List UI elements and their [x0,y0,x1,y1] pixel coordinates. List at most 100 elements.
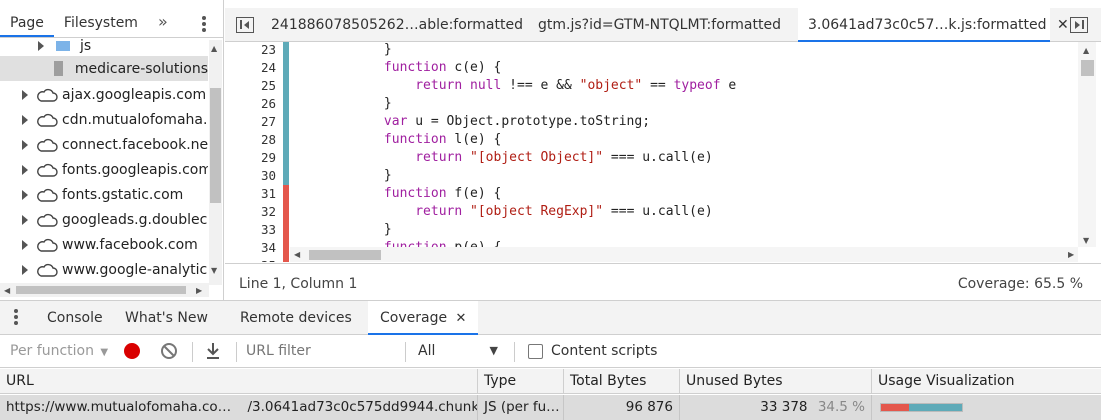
tree-file-selected[interactable]: medicare-solutions [0,56,208,81]
usage-bar [880,403,963,412]
tree-item-domain[interactable]: googleads.g.doublecli [0,207,208,232]
tree-folder-js[interactable]: js [0,39,208,53]
url-path: /3.0641ad73c0c575dd9944.chunk.js [247,399,478,415]
kebab-menu-icon[interactable] [198,14,210,34]
table-row[interactable]: https://www.mutualofomaha.co… /3.0641ad7… [0,395,1101,420]
cursor-position[interactable]: Line 1, Column 1 [239,276,357,292]
url-filter-input[interactable] [246,340,396,362]
tab-remote-devices[interactable]: Remote devices [240,301,352,335]
tab-coverage[interactable]: Coverage ✕ [368,301,479,335]
line-number[interactable]: 23 [261,42,276,57]
tree-item-domain[interactable]: cdn.mutualofomaha.co [0,107,208,132]
tree-item-domain[interactable]: fonts.gstatic.com [0,182,208,207]
file-icon [54,61,63,76]
cloud-icon [36,238,58,252]
tab-console[interactable]: Console [47,301,103,335]
line-number[interactable]: 30 [261,168,276,183]
scroll-down-arrow-icon[interactable]: ▼ [1083,236,1089,245]
toolbar-divider [192,342,193,362]
dropdown-arrow-icon: ▼ [100,347,109,358]
column-header-type[interactable]: Type [478,369,564,394]
export-icon[interactable] [204,341,222,365]
scroll-up-arrow-icon[interactable]: ▲ [211,44,217,53]
editor-tab-1[interactable]: 241886078505262…able:formatted [271,8,523,42]
expand-arrow-icon [22,164,28,175]
scroll-right-arrow-icon[interactable]: ▶ [1068,250,1074,259]
clear-icon[interactable] [160,342,178,364]
tab-filesystem[interactable]: Filesystem [54,9,148,37]
tree-item-label: googleads.g.doublecli [62,211,208,228]
line-number[interactable]: 28 [261,132,276,147]
line-number[interactable]: 32 [261,204,276,219]
tree-item-label: js [80,39,92,53]
toolbar-divider [405,342,406,362]
code-horizontal-scrollbar[interactable] [290,247,1078,262]
expand-arrow-icon [22,264,28,275]
tree-item-label: connect.facebook.net [62,136,208,153]
navigator-scroll-thumb[interactable] [210,88,221,203]
scroll-down-arrow-icon[interactable]: ▼ [211,266,217,275]
cell-total-bytes: 96 876 [564,395,680,420]
code-scroll-thumb[interactable] [1081,60,1094,76]
code-hscroll-thumb[interactable] [309,250,381,260]
line-number[interactable]: 26 [261,96,276,111]
resource-type-select[interactable]: All ▼ [418,343,502,359]
line-number[interactable]: 31 [261,186,276,201]
column-header-usage-visualization[interactable]: Usage Visualization [872,369,1101,394]
folder-icon [56,41,70,51]
url-host: https://www.mutualofomaha.co… [6,399,232,415]
drawer-menu-icon[interactable] [14,307,18,327]
toggle-navigator-icon[interactable] [236,17,254,33]
line-number-gutter: 23 24 25 26 27 28 29 30 31 32 33 34 35 [225,42,282,262]
line-number[interactable]: 25 [261,78,276,93]
tree-item-domain[interactable]: www.facebook.com [0,232,208,257]
coverage-type-select[interactable]: Per function ▼ [10,343,108,359]
expand-arrow-icon [22,139,28,150]
toggle-debugger-icon[interactable] [1070,17,1088,33]
coverage-marker-uncovered [283,185,289,262]
cloud-icon [36,88,58,102]
expand-arrow-icon [22,239,28,250]
tree-item-domain[interactable]: www.google-analytics [0,257,208,282]
tree-item-label: www.google-analytics [62,261,208,278]
tab-coverage-label: Coverage [380,310,448,326]
content-scripts-toggle[interactable]: Content scripts [528,343,657,359]
cloud-icon [36,138,58,152]
tree-item-domain[interactable]: connect.facebook.net [0,132,208,157]
tree-item-domain[interactable]: fonts.googleapis.com [0,157,208,182]
cell-unused-bytes: 33 378 34.5 % [680,395,872,420]
cloud-icon [36,188,58,202]
scroll-left-arrow-icon[interactable]: ◀ [294,250,300,259]
line-number[interactable]: 29 [261,150,276,165]
close-icon[interactable]: ✕ [456,311,467,326]
column-header-unused-bytes[interactable]: Unused Bytes [680,369,872,394]
tree-item-label: ajax.googleapis.com [62,86,207,103]
line-number[interactable]: 27 [261,114,276,129]
line-number[interactable]: 33 [261,222,276,237]
scroll-left-arrow-icon[interactable]: ◀ [4,286,10,295]
more-tabs-button[interactable]: » [158,12,168,31]
tab-whats-new[interactable]: What's New [125,301,208,335]
editor-tab-label: 3.0641ad73c0c57…k.js:formatted [808,17,1047,33]
line-number[interactable]: 35 [261,258,276,262]
code-editor[interactable]: } function c(e) { return null !== e && "… [290,42,1078,247]
record-icon[interactable] [124,343,140,359]
navigator-hscroll-thumb[interactable] [16,286,186,294]
column-header-url[interactable]: URL [0,369,478,394]
editor-tab-active[interactable]: 3.0641ad73c0c57…k.js:formatted ✕ [798,8,1069,42]
unused-percent: 34.5 % [817,399,865,415]
column-header-total-bytes[interactable]: Total Bytes [564,369,680,394]
close-icon[interactable]: ✕ [1057,17,1069,33]
usage-bar-unused [881,404,909,411]
content-scripts-checkbox[interactable] [528,343,543,359]
tree-item-domain[interactable]: ajax.googleapis.com [0,82,208,107]
line-number[interactable]: 24 [261,60,276,75]
unused-bytes-value: 33 378 [760,399,808,415]
coverage-percentage: Coverage: 65.5 % [957,276,1083,292]
tab-page[interactable]: Page [0,9,54,37]
scroll-up-arrow-icon[interactable]: ▲ [1083,46,1089,55]
line-number[interactable]: 34 [261,240,276,255]
scroll-right-arrow-icon[interactable]: ▶ [196,286,202,295]
expand-arrow-icon [38,41,44,51]
editor-tab-2[interactable]: gtm.js?id=GTM-NTQLMT:formatted [538,8,781,42]
